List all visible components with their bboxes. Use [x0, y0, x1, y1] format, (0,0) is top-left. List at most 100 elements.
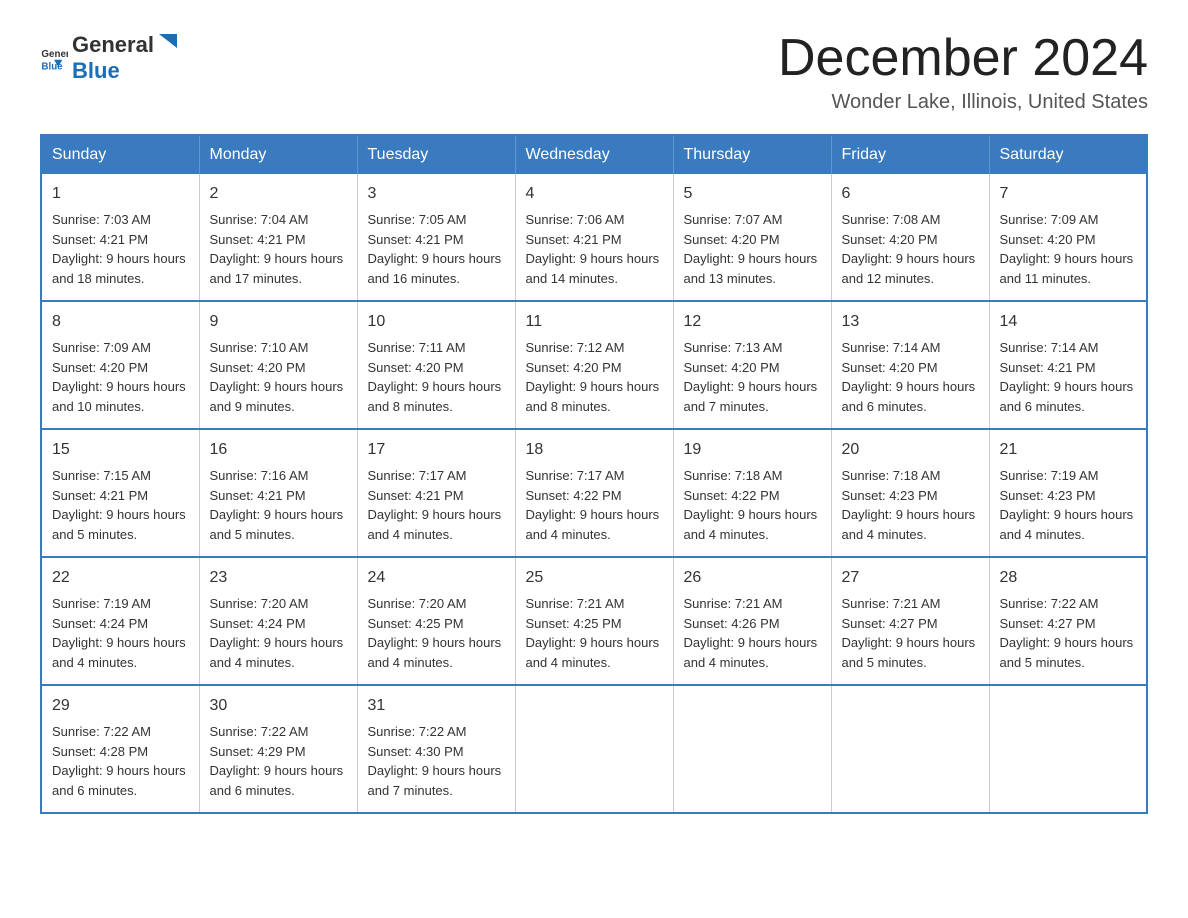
sunrise-info: Sunrise: 7:20 AM [210, 596, 309, 611]
daylight-and: and 13 minutes. [684, 271, 777, 286]
calendar-cell: 27 Sunrise: 7:21 AM Sunset: 4:27 PM Dayl… [831, 557, 989, 685]
day-number: 9 [210, 310, 347, 334]
sunrise-info: Sunrise: 7:11 AM [368, 340, 466, 355]
svg-text:General: General [41, 49, 68, 60]
sunset-info: Sunset: 4:21 PM [1000, 360, 1096, 375]
day-number: 30 [210, 694, 347, 718]
daylight-and: and 14 minutes. [526, 271, 619, 286]
logo-general-text: General [72, 32, 154, 58]
daylight-info: Daylight: 9 hours hours [210, 507, 344, 522]
day-number: 18 [526, 438, 663, 462]
daylight-info: Daylight: 9 hours hours [1000, 379, 1134, 394]
sunset-info: Sunset: 4:25 PM [368, 616, 464, 631]
day-number: 11 [526, 310, 663, 334]
daylight-and: and 10 minutes. [52, 399, 145, 414]
sunrise-info: Sunrise: 7:22 AM [210, 724, 309, 739]
daylight-info: Daylight: 9 hours hours [842, 507, 976, 522]
sunrise-info: Sunrise: 7:17 AM [368, 468, 467, 483]
day-number: 1 [52, 182, 189, 206]
daylight-and: and 6 minutes. [1000, 399, 1085, 414]
daylight-info: Daylight: 9 hours hours [210, 379, 344, 394]
calendar-cell: 18 Sunrise: 7:17 AM Sunset: 4:22 PM Dayl… [515, 429, 673, 557]
calendar-cell: 10 Sunrise: 7:11 AM Sunset: 4:20 PM Dayl… [357, 301, 515, 429]
logo-icon: General Blue [40, 43, 68, 71]
day-number: 22 [52, 566, 189, 590]
calendar-cell: 12 Sunrise: 7:13 AM Sunset: 4:20 PM Dayl… [673, 301, 831, 429]
calendar-cell: 14 Sunrise: 7:14 AM Sunset: 4:21 PM Dayl… [989, 301, 1147, 429]
calendar-cell: 8 Sunrise: 7:09 AM Sunset: 4:20 PM Dayli… [41, 301, 199, 429]
sunrise-info: Sunrise: 7:12 AM [526, 340, 625, 355]
sunset-info: Sunset: 4:21 PM [210, 232, 306, 247]
daylight-and: and 6 minutes. [210, 783, 295, 798]
daylight-and: and 7 minutes. [368, 783, 453, 798]
sunrise-info: Sunrise: 7:06 AM [526, 212, 625, 227]
daylight-and: and 12 minutes. [842, 271, 935, 286]
sunrise-info: Sunrise: 7:22 AM [1000, 596, 1099, 611]
sunrise-info: Sunrise: 7:19 AM [52, 596, 151, 611]
daylight-and: and 7 minutes. [684, 399, 769, 414]
sunset-info: Sunset: 4:20 PM [684, 360, 780, 375]
daylight-info: Daylight: 9 hours hours [684, 379, 818, 394]
daylight-info: Daylight: 9 hours hours [52, 507, 186, 522]
daylight-and: and 5 minutes. [52, 527, 137, 542]
sunrise-info: Sunrise: 7:08 AM [842, 212, 941, 227]
daylight-info: Daylight: 9 hours hours [368, 763, 502, 778]
calendar-cell: 30 Sunrise: 7:22 AM Sunset: 4:29 PM Dayl… [199, 685, 357, 813]
calendar-cell: 28 Sunrise: 7:22 AM Sunset: 4:27 PM Dayl… [989, 557, 1147, 685]
calendar-cell: 15 Sunrise: 7:15 AM Sunset: 4:21 PM Dayl… [41, 429, 199, 557]
day-number: 13 [842, 310, 979, 334]
daylight-and: and 5 minutes. [842, 655, 927, 670]
weekday-header-monday: Monday [199, 135, 357, 174]
month-title: December 2024 [778, 30, 1148, 87]
daylight-info: Daylight: 9 hours hours [52, 379, 186, 394]
daylight-info: Daylight: 9 hours hours [52, 251, 186, 266]
sunset-info: Sunset: 4:21 PM [210, 488, 306, 503]
calendar-cell [515, 685, 673, 813]
sunrise-info: Sunrise: 7:03 AM [52, 212, 151, 227]
daylight-and: and 4 minutes. [368, 655, 453, 670]
daylight-and: and 4 minutes. [52, 655, 137, 670]
sunset-info: Sunset: 4:21 PM [52, 488, 148, 503]
weekday-header-sunday: Sunday [41, 135, 199, 174]
daylight-info: Daylight: 9 hours hours [842, 635, 976, 650]
calendar-cell: 22 Sunrise: 7:19 AM Sunset: 4:24 PM Dayl… [41, 557, 199, 685]
daylight-info: Daylight: 9 hours hours [210, 763, 344, 778]
calendar-cell: 3 Sunrise: 7:05 AM Sunset: 4:21 PM Dayli… [357, 174, 515, 301]
day-number: 26 [684, 566, 821, 590]
calendar-cell: 7 Sunrise: 7:09 AM Sunset: 4:20 PM Dayli… [989, 174, 1147, 301]
daylight-and: and 18 minutes. [52, 271, 145, 286]
day-number: 6 [842, 182, 979, 206]
weekday-header-row: SundayMondayTuesdayWednesdayThursdayFrid… [41, 135, 1147, 174]
sunrise-info: Sunrise: 7:17 AM [526, 468, 625, 483]
daylight-info: Daylight: 9 hours hours [368, 507, 502, 522]
sunrise-info: Sunrise: 7:18 AM [684, 468, 783, 483]
daylight-info: Daylight: 9 hours hours [684, 507, 818, 522]
daylight-info: Daylight: 9 hours hours [526, 635, 660, 650]
logo: General Blue General Blue [40, 30, 180, 84]
logo-triangle-icon [157, 30, 179, 52]
daylight-info: Daylight: 9 hours hours [52, 763, 186, 778]
weekday-header-friday: Friday [831, 135, 989, 174]
daylight-info: Daylight: 9 hours hours [1000, 251, 1134, 266]
sunset-info: Sunset: 4:20 PM [842, 232, 938, 247]
daylight-and: and 6 minutes. [52, 783, 137, 798]
sunrise-info: Sunrise: 7:21 AM [526, 596, 625, 611]
week-row-3: 15 Sunrise: 7:15 AM Sunset: 4:21 PM Dayl… [41, 429, 1147, 557]
day-number: 14 [1000, 310, 1137, 334]
calendar-cell: 2 Sunrise: 7:04 AM Sunset: 4:21 PM Dayli… [199, 174, 357, 301]
sunrise-info: Sunrise: 7:19 AM [1000, 468, 1099, 483]
calendar-cell: 19 Sunrise: 7:18 AM Sunset: 4:22 PM Dayl… [673, 429, 831, 557]
svg-text:Blue: Blue [41, 62, 63, 71]
calendar-cell: 26 Sunrise: 7:21 AM Sunset: 4:26 PM Dayl… [673, 557, 831, 685]
daylight-and: and 4 minutes. [526, 527, 611, 542]
calendar-cell: 13 Sunrise: 7:14 AM Sunset: 4:20 PM Dayl… [831, 301, 989, 429]
daylight-and: and 17 minutes. [210, 271, 303, 286]
sunset-info: Sunset: 4:21 PM [368, 232, 464, 247]
daylight-and: and 8 minutes. [526, 399, 611, 414]
daylight-info: Daylight: 9 hours hours [684, 635, 818, 650]
day-number: 3 [368, 182, 505, 206]
calendar-cell: 1 Sunrise: 7:03 AM Sunset: 4:21 PM Dayli… [41, 174, 199, 301]
sunrise-info: Sunrise: 7:14 AM [1000, 340, 1099, 355]
sunset-info: Sunset: 4:27 PM [842, 616, 938, 631]
weekday-header-thursday: Thursday [673, 135, 831, 174]
